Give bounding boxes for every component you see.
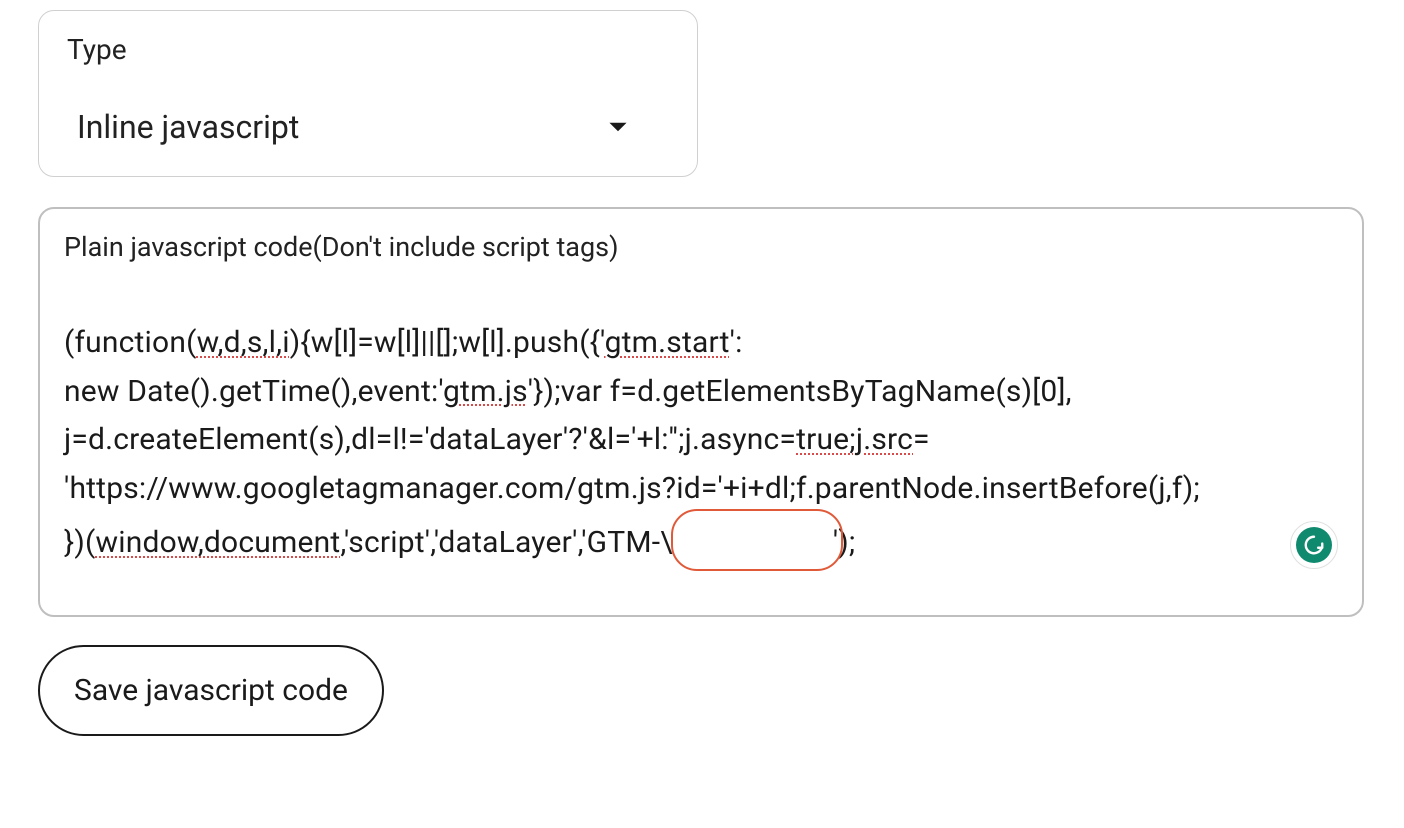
spellcheck-mark: window,document: [95, 525, 340, 560]
type-field-label: Type: [67, 33, 669, 66]
redaction-highlight: [671, 509, 843, 571]
spellcheck-mark: true;j.src: [796, 422, 913, 457]
code-textarea[interactable]: (function(w,d,s,l,i){w[l]=w[l]||[];w[l].…: [64, 319, 1338, 575]
code-field-container: Plain javascript code(Don't include scri…: [38, 207, 1364, 617]
spellcheck-mark: w,d,s,l,i: [197, 325, 290, 360]
chevron-down-icon: [607, 121, 629, 133]
type-select-value: Inline javascript: [77, 108, 299, 146]
code-field-label: Plain javascript code(Don't include scri…: [64, 231, 1338, 263]
spellcheck-mark: gtm.js: [443, 374, 528, 409]
grammarly-icon: [1296, 527, 1332, 563]
type-field-container: Type Inline javascript: [38, 10, 698, 177]
spellcheck-mark: gtm.start: [605, 325, 730, 360]
save-javascript-code-button[interactable]: Save javascript code: [38, 645, 384, 736]
type-select[interactable]: Inline javascript: [67, 108, 669, 146]
